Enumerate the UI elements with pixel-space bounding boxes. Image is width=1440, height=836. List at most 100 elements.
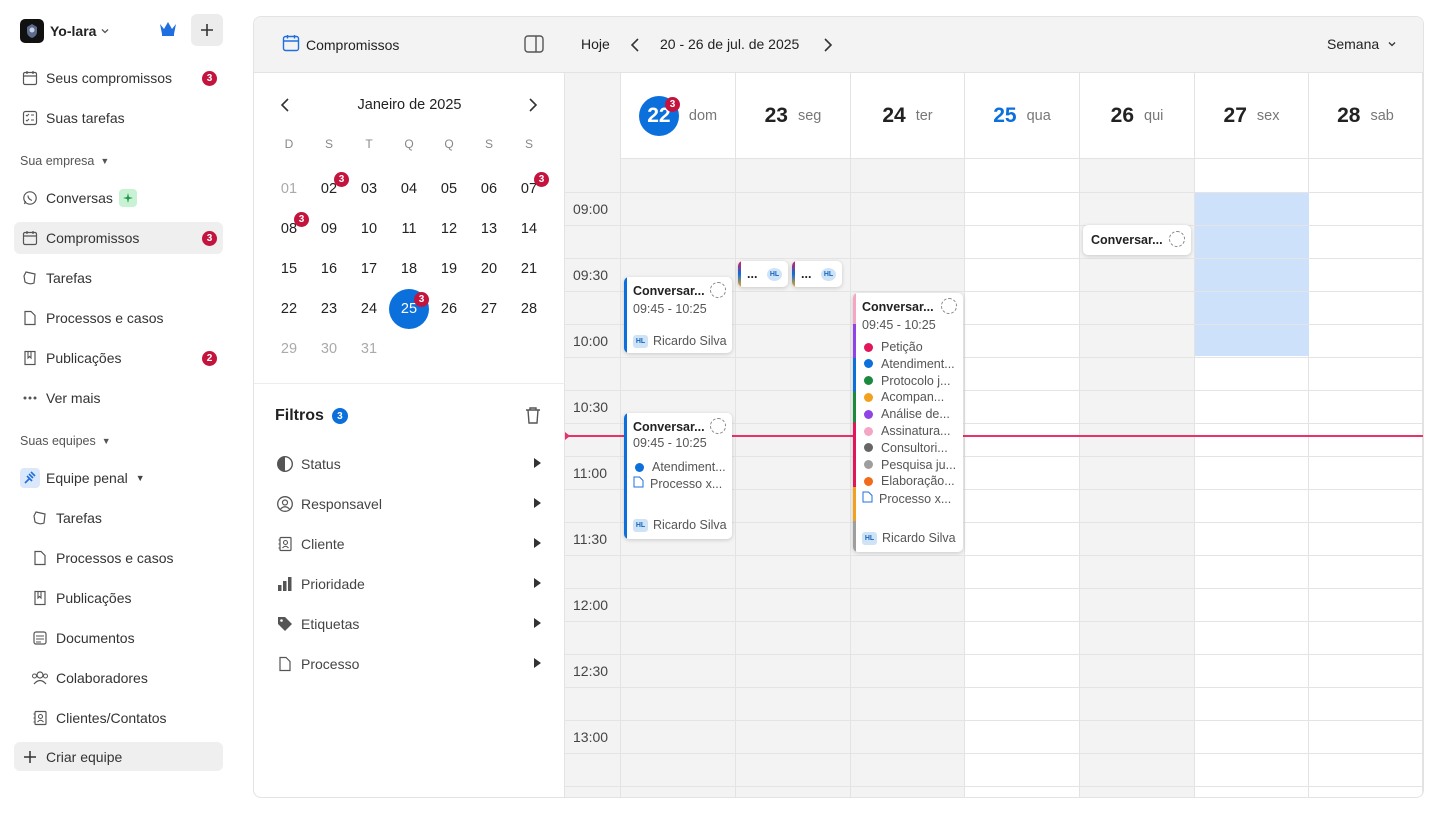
- mini-calendar-day[interactable]: 24: [349, 289, 389, 329]
- nav-publicacoes[interactable]: Publicações 2: [14, 342, 223, 374]
- nav-tarefas[interactable]: Tarefas: [14, 262, 223, 294]
- sidebar-toggle-icon[interactable]: [524, 35, 544, 56]
- assignee-icon[interactable]: [710, 418, 726, 434]
- tag-label: Acompan...: [881, 390, 945, 405]
- mini-calendar-day[interactable]: 14: [509, 209, 549, 249]
- filter-status[interactable]: Status: [275, 452, 545, 476]
- chevron-right-icon[interactable]: [822, 37, 834, 56]
- day-column[interactable]: [736, 159, 851, 797]
- mini-calendar-day[interactable]: 30: [309, 329, 349, 369]
- mini-calendar-day[interactable]: 12: [429, 209, 469, 249]
- mini-calendar-day[interactable]: 03: [349, 169, 389, 209]
- day-column[interactable]: [965, 159, 1080, 797]
- assignee-icon[interactable]: [710, 282, 726, 298]
- nav-conversas[interactable]: Conversas: [14, 182, 223, 214]
- mini-calendar-day[interactable]: 16: [309, 249, 349, 289]
- book-icon: [30, 588, 50, 608]
- day-header[interactable]: 27 sex: [1195, 73, 1309, 159]
- assignee-icon[interactable]: [941, 298, 957, 314]
- tag-label: Pesquisa ju...: [881, 457, 957, 472]
- workspace-logo: [20, 19, 44, 43]
- mini-calendar-day[interactable]: 22: [269, 289, 309, 329]
- view-label: Semana: [1327, 36, 1380, 52]
- nav-label: Seus compromissos: [46, 70, 173, 86]
- event-card-compact[interactable]: ... HL: [792, 261, 842, 287]
- chevron-right-icon[interactable]: [526, 97, 540, 116]
- create-team-button[interactable]: Criar equipe: [14, 742, 223, 771]
- day-header[interactable]: 25 qua: [965, 73, 1080, 159]
- event-title: Conversar...: [633, 284, 705, 298]
- mini-calendar-day[interactable]: 29: [269, 329, 309, 369]
- filter-prioridade[interactable]: Prioridade: [275, 572, 545, 596]
- day-header[interactable]: 26 qui: [1080, 73, 1195, 159]
- company-section-toggle[interactable]: Sua empresa ▼: [20, 154, 109, 168]
- team-nav-publicacoes[interactable]: Publicações: [24, 582, 223, 614]
- event-color-bar: [853, 293, 856, 552]
- team-nav-colaboradores[interactable]: Colaboradores: [24, 662, 223, 694]
- day-header[interactable]: 22 dom: [621, 73, 736, 159]
- users-icon: [30, 668, 50, 688]
- mini-calendar-day[interactable]: 01: [269, 169, 309, 209]
- day-column[interactable]: [1309, 159, 1423, 797]
- mini-calendar-day[interactable]: 09: [309, 209, 349, 249]
- mini-calendar-day[interactable]: 26: [429, 289, 469, 329]
- team-nav-clientes[interactable]: Clientes/Contatos: [24, 702, 223, 734]
- tasks-icon: [20, 268, 40, 288]
- filter-processo[interactable]: Processo: [275, 652, 545, 676]
- team-nav-tarefas[interactable]: Tarefas: [24, 502, 223, 534]
- today-button[interactable]: Hoje: [581, 36, 610, 52]
- chevron-left-icon[interactable]: [629, 37, 641, 56]
- mini-calendar-day[interactable]: 17: [349, 249, 389, 289]
- filter-cliente[interactable]: Cliente: [275, 532, 545, 556]
- mini-calendar-day[interactable]: 23: [309, 289, 349, 329]
- assignee-icon[interactable]: [1169, 231, 1185, 247]
- nav-processos[interactable]: Processos e casos: [14, 302, 223, 334]
- mini-calendar-day[interactable]: 28: [509, 289, 549, 329]
- mini-calendar-day[interactable]: 21: [509, 249, 549, 289]
- day-header[interactable]: 24 ter: [851, 73, 965, 159]
- event-tag: Pesquisa ju...: [862, 458, 956, 472]
- event-card-compact[interactable]: ... HL: [738, 261, 788, 287]
- trash-icon[interactable]: [525, 406, 541, 427]
- mini-calendar-day[interactable]: 15: [269, 249, 309, 289]
- team-nav-documentos[interactable]: Documentos: [24, 622, 223, 654]
- team-nav-processos[interactable]: Processos e casos: [24, 542, 223, 574]
- crown-icon[interactable]: [158, 19, 178, 40]
- sidebar: Yo-lara Seus compromissos 3 Suas tarefas…: [0, 0, 240, 836]
- filter-etiquetas[interactable]: Etiquetas: [275, 612, 545, 636]
- selected-time-slot[interactable]: [1195, 192, 1309, 356]
- event-process: Processo x...: [633, 476, 722, 491]
- mini-calendar-day[interactable]: 06: [469, 169, 509, 209]
- event-card[interactable]: Conversar... 09:45 - 10:25 Atendiment...…: [624, 413, 732, 539]
- mini-calendar-day[interactable]: 18: [389, 249, 429, 289]
- mini-calendar-day[interactable]: 31: [349, 329, 389, 369]
- tag-label: Análise de...: [881, 407, 950, 422]
- nav-label: Ver mais: [46, 390, 101, 406]
- mini-calendar-day[interactable]: 13: [469, 209, 509, 249]
- nav-compromissos[interactable]: Compromissos 3: [14, 222, 223, 254]
- mini-calendar-day[interactable]: 20: [469, 249, 509, 289]
- mini-calendar-day[interactable]: 27: [469, 289, 509, 329]
- teams-section-toggle[interactable]: Suas equipes ▼: [20, 434, 111, 448]
- mini-calendar-day[interactable]: 05: [429, 169, 469, 209]
- mini-calendar-day[interactable]: 04: [389, 169, 429, 209]
- nav-suas-tarefas[interactable]: Suas tarefas: [14, 102, 223, 134]
- mini-calendar-day[interactable]: 19: [429, 249, 469, 289]
- nav-label: Colaboradores: [56, 670, 148, 686]
- team-equipe-penal[interactable]: Equipe penal ▼: [14, 462, 223, 494]
- chevron-down-icon: [100, 23, 110, 39]
- view-selector[interactable]: Semana: [1327, 36, 1397, 52]
- filter-responsavel[interactable]: Responsavel: [275, 492, 545, 516]
- day-header[interactable]: 23 seg: [736, 73, 851, 159]
- event-card[interactable]: Conversar... 09:45 - 10:25 Petição Atendi…: [853, 293, 963, 552]
- nav-ver-mais[interactable]: Ver mais: [14, 382, 223, 414]
- event-card[interactable]: Conversar...: [1083, 225, 1191, 255]
- day-header[interactable]: 28 sab: [1309, 73, 1423, 159]
- mini-calendar-day[interactable]: 11: [389, 209, 429, 249]
- nav-label: Tarefas: [46, 270, 92, 286]
- nav-seus-compromissos[interactable]: Seus compromissos 3: [14, 62, 223, 94]
- event-title: Conversar...: [633, 420, 705, 434]
- mini-calendar-day[interactable]: 10: [349, 209, 389, 249]
- add-button[interactable]: [191, 14, 223, 46]
- event-card[interactable]: Conversar... 09:45 - 10:25 HL Ricardo Sil…: [624, 277, 732, 353]
